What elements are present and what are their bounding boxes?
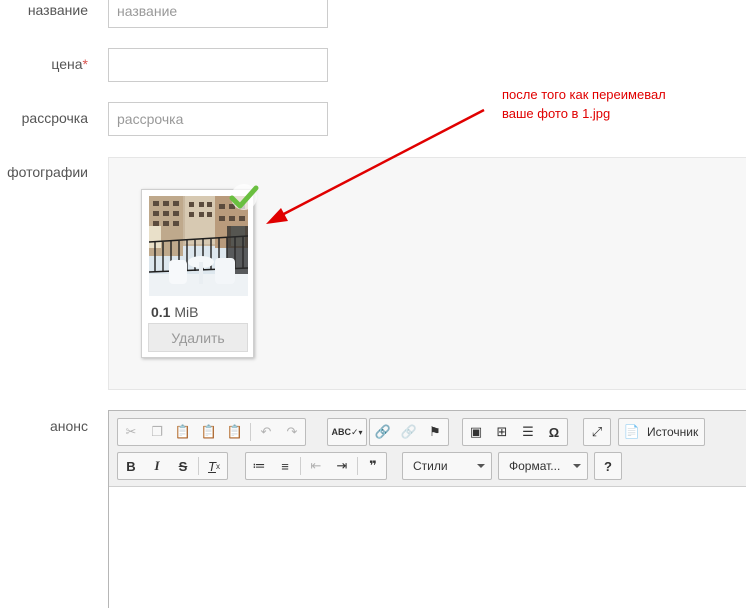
link-icon[interactable]: 🔗: [372, 421, 394, 443]
photo-preview: 0.1 MiB Удалить: [141, 184, 259, 358]
annotation-line-1: после того как переимевал: [502, 87, 666, 102]
horizontal-line-icon[interactable]: ☰: [517, 421, 539, 443]
file-size-unit: MiB: [174, 304, 199, 320]
maximize-group: ⤢: [583, 418, 611, 446]
upload-success-check-icon: [229, 184, 259, 210]
anchor-flag-icon[interactable]: ⚑: [424, 421, 446, 443]
numbered-list-icon[interactable]: ≔: [248, 455, 270, 477]
paste-icon[interactable]: 📋: [172, 421, 194, 443]
help-icon[interactable]: ?: [597, 455, 619, 477]
paste-text-icon[interactable]: 📋: [198, 421, 220, 443]
bold-icon[interactable]: B: [120, 455, 142, 477]
price-input[interactable]: [108, 48, 328, 82]
spellcheck-group: ABC✓ ▾: [327, 418, 367, 446]
clipboard-group: ✂ ❐ 📋 📋 📋 ↶ ↷: [117, 418, 306, 446]
outdent-icon[interactable]: ⇤: [305, 455, 327, 477]
list-group: ≔ ≡ ⇤ ⇥ ❞: [245, 452, 387, 480]
source-button-label[interactable]: Источник: [647, 425, 698, 439]
price-label: цена*: [51, 56, 88, 72]
spellcheck-icon[interactable]: ABC✓ ▾: [330, 421, 364, 443]
undo-icon[interactable]: ↶: [255, 421, 277, 443]
installment-label: рассрочка: [21, 110, 88, 126]
file-size-value: 0.1: [151, 304, 171, 320]
styles-dropdown[interactable]: Стили: [402, 452, 492, 480]
blockquote-icon[interactable]: ❞: [362, 455, 384, 477]
maximize-icon[interactable]: ⤢: [586, 421, 608, 443]
annotation-note: после того как переимевал ваше фото в 1.…: [502, 85, 666, 123]
price-label-text: цена: [51, 56, 83, 72]
paste-word-icon[interactable]: 📋: [224, 421, 246, 443]
photos-label: фотографии: [7, 164, 88, 180]
name-label: название: [27, 2, 88, 18]
italic-icon[interactable]: I: [146, 455, 168, 477]
format-dropdown[interactable]: Формат...: [498, 452, 588, 480]
redo-icon[interactable]: ↷: [281, 421, 303, 443]
basic-style-group: B I S Tx: [117, 452, 228, 480]
link-group: 🔗 🔗 ⚑: [369, 418, 449, 446]
special-char-icon[interactable]: Ω: [543, 421, 565, 443]
strikethrough-icon[interactable]: S: [172, 455, 194, 477]
remove-format-icon[interactable]: Tx: [203, 455, 225, 477]
installment-input[interactable]: [108, 102, 328, 136]
styles-dropdown-label: Стили: [413, 459, 448, 473]
source-group: 📄 Источник: [618, 418, 706, 446]
source-icon[interactable]: 📄: [621, 421, 643, 443]
bulleted-list-icon[interactable]: ≡: [274, 455, 296, 477]
annotation-line-2: ваше фото в 1.jpg: [502, 106, 611, 121]
image-icon[interactable]: ▣: [465, 421, 487, 443]
delete-photo-button[interactable]: Удалить: [148, 323, 248, 352]
name-input[interactable]: [108, 0, 328, 28]
announce-label: анонс: [49, 418, 88, 434]
announce-editor[interactable]: ✂ ❐ 📋 📋 📋 ↶ ↷ ABC✓ ▾ 🔗 🔗 ⚑ ▣ ⊞ ☰ Ω ⤢ 📄 И…: [108, 410, 746, 608]
indent-icon[interactable]: ⇥: [331, 455, 353, 477]
copy-icon[interactable]: ❐: [146, 421, 168, 443]
unlink-icon[interactable]: 🔗: [398, 421, 420, 443]
chevron-down-icon: [477, 464, 485, 468]
file-size: 0.1 MiB: [151, 304, 198, 320]
editor-content-area[interactable]: [109, 487, 746, 608]
required-mark: *: [82, 56, 88, 72]
editor-toolbar: ✂ ❐ 📋 📋 📋 ↶ ↷ ABC✓ ▾ 🔗 🔗 ⚑ ▣ ⊞ ☰ Ω ⤢ 📄 И…: [109, 411, 746, 487]
cut-icon[interactable]: ✂: [120, 421, 142, 443]
chevron-down-icon: [573, 464, 581, 468]
help-group: ?: [594, 452, 622, 480]
format-dropdown-label: Формат...: [509, 459, 561, 473]
insert-group: ▣ ⊞ ☰ Ω: [462, 418, 568, 446]
table-icon[interactable]: ⊞: [491, 421, 513, 443]
